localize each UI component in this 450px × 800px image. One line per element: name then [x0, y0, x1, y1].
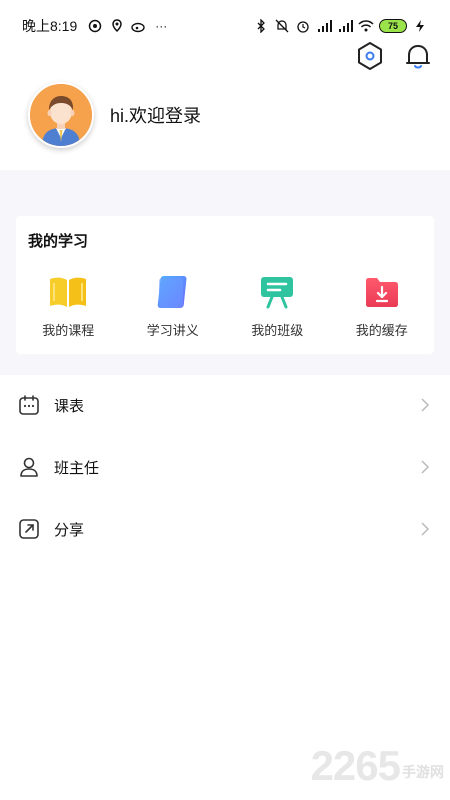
my-class-button[interactable]: 我的班级 [225, 274, 330, 339]
book-icon [48, 274, 88, 310]
swirl-notification-icon [87, 18, 103, 34]
chevron-right-icon [418, 460, 432, 474]
login-greeting[interactable]: hi.欢迎登录 [110, 102, 201, 128]
avatar[interactable] [28, 82, 94, 148]
menu-item-label: 班主任 [54, 459, 100, 477]
chevron-right-icon [418, 522, 432, 536]
bell-icon [406, 45, 430, 69]
watermark: 2265 手游网 [311, 742, 444, 790]
default-avatar-icon [30, 84, 92, 146]
mute-bell-icon [274, 18, 290, 34]
menu-item-label: 分享 [54, 521, 85, 539]
alarm-icon [295, 18, 311, 34]
signal-hd-icon [316, 18, 332, 34]
my-cache-button[interactable]: 我的缓存 [330, 274, 435, 339]
location-notification-icon [109, 18, 125, 34]
section-title: 我的学习 [28, 233, 89, 250]
notifications-button[interactable] [402, 40, 434, 72]
chevron-right-icon [418, 398, 432, 412]
my-courses-button[interactable]: 我的课程 [16, 274, 121, 339]
teacher-icon [18, 456, 40, 478]
watermark-text: 手游网 [402, 764, 444, 780]
profile-login-area[interactable]: hi.欢迎登录 [28, 82, 201, 148]
top-actions [354, 40, 434, 72]
status-time: 晚上8:19 [22, 18, 78, 34]
study-item-label: 我的班级 [251, 323, 304, 338]
menu-item-share[interactable]: 分享 [0, 498, 450, 560]
study-item-label: 我的课程 [42, 323, 95, 338]
signal-icon [337, 18, 353, 34]
menu-item-label: 课表 [54, 397, 85, 415]
menu-list: 课表 班主任 分享 [0, 374, 450, 560]
charging-icon [412, 18, 428, 34]
more-notifications-icon: ··· [155, 19, 168, 33]
menu-item-head-teacher[interactable]: 班主任 [0, 436, 450, 498]
weibo-notification-icon [131, 18, 147, 34]
study-handouts-button[interactable]: 学习讲义 [121, 274, 226, 339]
settings-button[interactable] [354, 40, 386, 72]
study-item-label: 我的缓存 [355, 323, 408, 338]
calendar-icon [18, 394, 40, 416]
bluetooth-icon [253, 18, 269, 34]
wifi-icon [358, 18, 374, 34]
battery-indicator: 75 [379, 19, 407, 33]
settings-hexagon-icon [358, 42, 382, 70]
menu-item-schedule[interactable]: 课表 [0, 374, 450, 436]
share-icon [18, 518, 40, 540]
download-folder-icon [362, 274, 402, 310]
handout-icon [153, 274, 193, 310]
study-item-label: 学习讲义 [146, 323, 199, 338]
watermark-number: 2265 [310, 742, 401, 789]
study-items: 我的课程 学习讲义 我的班级 我的缓存 [16, 274, 434, 339]
class-board-icon [257, 274, 297, 310]
my-study-card: 我的学习 我的课程 学习讲义 我的班级 我的缓存 [16, 216, 434, 354]
